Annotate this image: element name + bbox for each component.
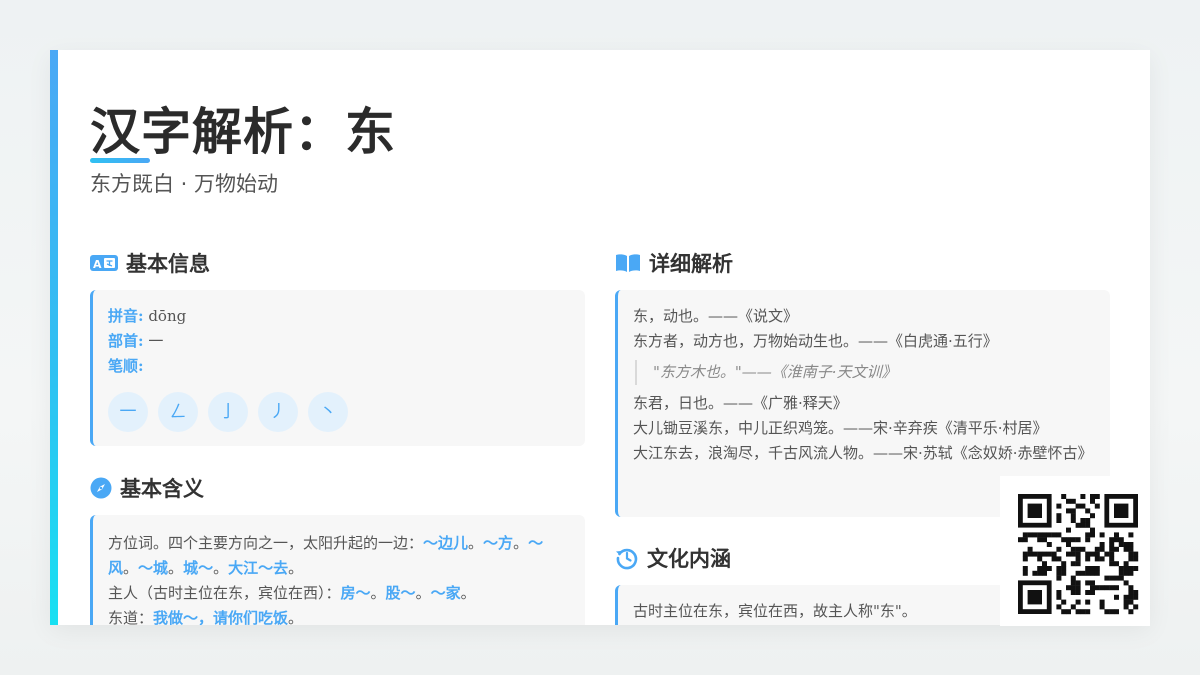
stroke-order-label: 笔顺: [108, 357, 144, 375]
stroke-step[interactable]: 丶 [308, 392, 348, 432]
meaning-text: 。 [288, 609, 304, 625]
stroke-step[interactable]: 一 [108, 392, 148, 432]
culture-heading: 文化内涵 [615, 543, 731, 573]
radical-value: 一 [148, 332, 164, 350]
detail-heading-text: 详细解析 [649, 251, 733, 276]
meaning-text: 方位词。四个主要方向之一，太阳升起的一边： [108, 534, 424, 552]
book-icon [615, 253, 641, 273]
meaning-text: 。 [460, 584, 476, 602]
meaning-text: 。 [123, 559, 139, 577]
detail-line: 大儿锄豆溪东，中儿正织鸡笼。——宋·辛弃疾《清平乐·村居》 [633, 419, 1048, 437]
example-phrase: ～家 [430, 584, 461, 602]
meaning-heading: 基本含义 [90, 473, 204, 503]
example-phrase: 股～ [385, 584, 416, 602]
page-title: 汉字解析：东 [90, 102, 396, 161]
stroke-order-row: 笔顺: [108, 354, 585, 379]
detail-line: 东君，日也。——《广雅·释天》 [633, 394, 848, 412]
stroke-step[interactable]: ㄥ [158, 392, 198, 432]
meaning-line: 方位词。四个主要方向之一，太阳升起的一边：～边儿。～方。～风。～城。城～。大江～… [108, 531, 573, 581]
culture-heading-text: 文化内涵 [647, 546, 731, 571]
meaning-text: 。 [513, 534, 529, 552]
title-underline [90, 158, 150, 163]
example-phrase: ～城 [138, 559, 169, 577]
example-phrase: ～边儿 [423, 534, 469, 552]
meaning-heading-text: 基本含义 [120, 476, 204, 501]
main-card: 汉字解析：东 东方既白 · 万物始动 A 基本信息 拼音: dōng 部首: 一… [50, 50, 1150, 625]
radical-row: 部首: 一 [108, 329, 585, 354]
pinyin-label: 拼音: [108, 307, 144, 325]
meaning-text: 。 [168, 559, 184, 577]
stroke-step[interactable]: 丿 [258, 392, 298, 432]
detail-line: 东，动也。——《说文》 [633, 307, 799, 325]
stroke-step[interactable]: 亅 [208, 392, 248, 432]
card-accent-bar [50, 50, 58, 625]
meaning-line: 主人（古时主位在东，宾位在西）：房～。股～。～家。 [108, 581, 573, 606]
meaning-text: 。 [468, 534, 484, 552]
meaning-text: 主人（古时主位在东，宾位在西）： [108, 584, 341, 602]
example-phrase: ～方 [483, 534, 514, 552]
meaning-text: 。 [415, 584, 431, 602]
meaning-panel: 方位词。四个主要方向之一，太阳升起的一边：～边儿。～方。～风。～城。城～。大江～… [90, 515, 585, 625]
translate-icon: A [90, 253, 118, 273]
svg-text:A: A [93, 258, 102, 271]
compass-icon [90, 477, 112, 499]
detail-heading: 详细解析 [615, 248, 733, 278]
history-icon [615, 546, 639, 570]
basic-info-heading-text: 基本信息 [126, 251, 210, 276]
meaning-text: 。 [370, 584, 386, 602]
example-phrase: 房～ [340, 584, 371, 602]
page-subtitle: 东方既白 · 万物始动 [90, 172, 279, 196]
meaning-text: 东道： [108, 609, 154, 625]
example-phrase: 城～ [183, 559, 214, 577]
detail-line: 大江东去，浪淘尽，千古风流人物。——宋·苏轼《念奴娇·赤壁怀古》 [633, 444, 1093, 462]
example-phrase: 我做～，请你们吃饭 [153, 609, 289, 625]
meaning-lines: 方位词。四个主要方向之一，太阳升起的一边：～边儿。～方。～风。～城。城～。大江～… [108, 531, 573, 625]
meaning-text: 。 [288, 559, 304, 577]
stroke-order-list: 一 ㄥ 亅 丿 丶 [108, 392, 585, 432]
pinyin-row: 拼音: dōng [108, 304, 585, 329]
detail-line: 东方者，动方也，万物始动生也。——《白虎通·五行》 [633, 332, 998, 350]
meaning-text: 。 [213, 559, 229, 577]
detail-quote: "东方木也。"——《淮南子·天文训》 [635, 360, 1098, 385]
qr-code [1000, 476, 1150, 626]
meaning-line: 东道：我做～，请你们吃饭。 [108, 606, 573, 625]
radical-label: 部首: [108, 332, 144, 350]
basic-info-panel: 拼音: dōng 部首: 一 笔顺: 一 ㄥ 亅 丿 丶 [90, 290, 585, 446]
example-phrase: 大江～去 [228, 559, 289, 577]
basic-info-heading: A 基本信息 [90, 248, 210, 278]
qr-code-icon [1018, 494, 1139, 615]
pinyin-value: dōng [148, 307, 187, 325]
